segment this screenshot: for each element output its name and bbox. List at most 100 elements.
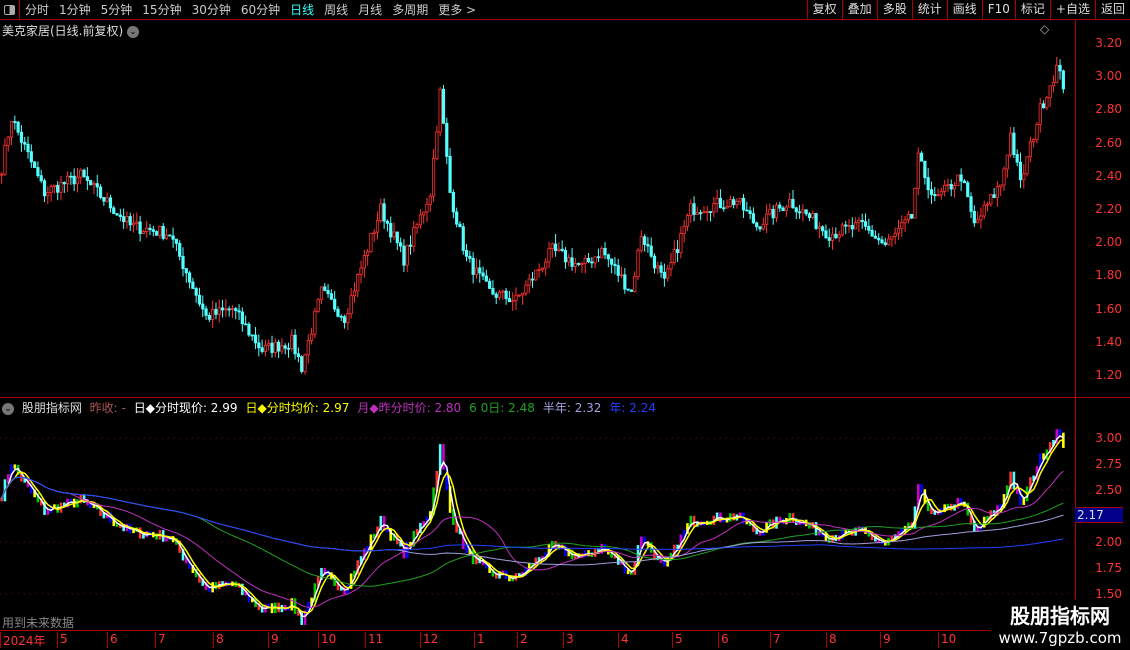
indicator-prefix: 日 [133,401,146,415]
time-label: 6 [107,632,118,648]
price-tick: 2.80 [1095,102,1122,117]
indicator-bar [920,484,923,494]
time-label: 12 [420,632,438,648]
indicator-tick: 2.50 [1095,483,1122,497]
time-label: 5 [57,632,68,648]
price-tick: 1.80 [1095,268,1122,283]
candle-body [712,203,716,213]
indicator-value: 6 0日: 2.48 [469,401,539,415]
candle-body [441,88,446,124]
candle-body [240,311,244,325]
candle-body [474,267,479,275]
candle-body [929,189,934,195]
indicator-bar [692,515,696,527]
time-label: 7 [770,632,781,648]
candle-body [705,211,709,213]
time-label: 5 [672,632,683,648]
candle-body [26,143,30,153]
candle-body [362,255,366,269]
price-tick: 2.40 [1095,168,1122,183]
candle-body [1015,154,1019,163]
candle-body [1061,70,1065,90]
candle-body [708,211,713,213]
candle-body [722,207,726,210]
candle-body [405,244,409,266]
candle-body [751,213,756,224]
candle-body [834,233,838,239]
candle-body [860,219,864,223]
candle-body [491,288,495,295]
candle-body [999,184,1003,188]
candle-body [811,213,815,218]
indicator-bar [13,464,17,469]
candle-body [863,221,868,227]
candle-body [1048,85,1052,99]
candle-body [643,236,647,245]
candle-body [346,313,350,323]
candle-body [613,263,617,266]
candle-body [155,231,159,236]
candle-body [230,308,235,310]
candle-body [62,182,66,185]
candle-body [600,247,604,259]
candle-body [339,315,343,318]
candle-body [933,194,937,197]
candle-body [135,221,139,224]
candle-body [817,226,821,229]
candle-body [956,174,960,186]
candle-body [732,199,736,206]
candle-body [718,197,723,209]
pane-divider[interactable] [0,397,1130,398]
candle-body [646,244,650,247]
candle-body [616,265,620,276]
candle-body [349,295,353,315]
candle-body [1008,132,1013,156]
kline-chart[interactable] [0,0,1130,650]
candle-body [286,347,291,350]
candle-body [184,268,188,274]
candle-body [517,294,521,297]
candle-body [672,249,676,264]
candle-body [675,249,680,254]
candle-body [784,206,788,212]
candle-body [497,291,502,298]
candle-body [527,278,531,286]
candle-body [514,294,518,301]
candle-body [649,245,653,257]
candle-body [666,268,670,279]
indicator-tick: 1.50 [1095,587,1122,601]
candle-body [336,308,340,317]
candle-body [461,226,465,251]
candle-body [511,300,515,303]
candle-body [788,198,792,208]
candle-body [75,176,80,185]
candle-body [102,197,106,202]
candle-body [570,257,574,267]
candle-body [85,176,89,181]
candle-body [366,251,370,256]
candle-body [372,231,376,234]
candle-body [204,308,208,316]
candle-body [280,345,284,352]
candle-body [580,263,584,265]
candle-body [725,206,729,209]
candle-body [985,203,990,206]
candle-body [250,334,254,337]
candle-body [639,236,643,251]
indicator-name[interactable]: 股朋指标网 [22,401,82,415]
candle-body [547,248,551,263]
candle-body [16,121,20,133]
candle-body [989,194,993,205]
candle-body [702,211,706,214]
indicator-bar [1012,471,1016,490]
candle-body [214,309,218,315]
chevron-down-icon[interactable]: ⌄ [2,402,14,415]
candle-body [471,257,475,275]
candle-body [6,136,10,146]
candle-body [610,258,614,265]
candle-body [659,265,663,273]
candle-body [553,243,558,251]
candle-body [211,309,215,320]
candle-body [201,303,205,310]
candle-body [501,290,505,293]
